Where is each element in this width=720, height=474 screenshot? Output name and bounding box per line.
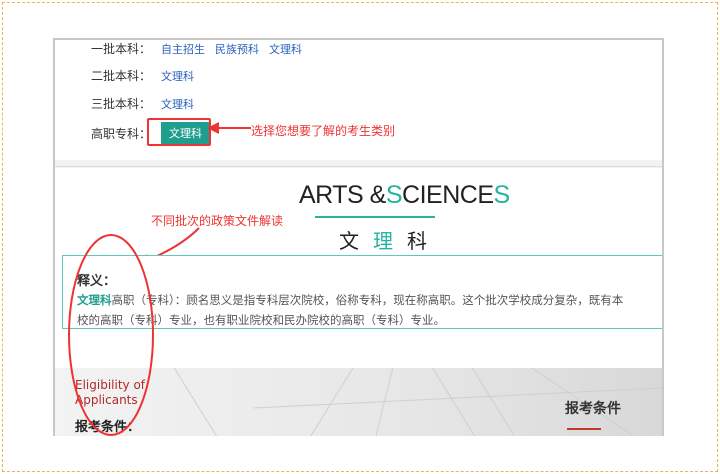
section-divider-line: [55, 166, 662, 167]
batch-row-first: 一批本科： 自主招生 民族预科 文理科: [91, 40, 302, 57]
annotation-choose-category: 选择您想要了解的考生类别: [251, 124, 396, 138]
logo-text-ciences: CIENCE: [402, 181, 494, 209]
batch-row-third: 三批本科： 文理科: [91, 95, 194, 112]
arts-sciences-logo: ARTS &SCIENCES: [299, 181, 510, 210]
red-circle-annotation: [68, 234, 154, 436]
link-independent-enrollment[interactable]: 自主招生: [161, 41, 205, 57]
batch-row-second: 二批本科： 文理科: [91, 67, 194, 84]
logo-letter-s2: S: [493, 181, 511, 209]
batch-label-vocational: 高职专科：: [91, 126, 152, 141]
logo-letter-s1: S: [385, 181, 403, 209]
link-first-wenlike[interactable]: 文理科: [269, 41, 302, 57]
batch-label-third: 三批本科：: [91, 97, 152, 111]
arrow-left-icon: [207, 122, 251, 134]
definition-text: 文理科高职（专科）：顾名思义是指专科层次院校，俗称专科，现在称高职。这个批次学校…: [77, 290, 662, 330]
batch-label-second: 二批本科：: [91, 69, 152, 83]
batch-label-first: 一批本科：: [91, 42, 152, 56]
logo-cn-ke: 科: [407, 229, 441, 253]
logo-underline: [315, 216, 435, 218]
definition-line-1: 高职（专科）：顾名思义是指专科层次院校，俗称专科，现在称高职。这个批次学校成分复…: [111, 293, 624, 307]
logo-cn-li: 理: [373, 229, 407, 253]
link-third-wenlike[interactable]: 文理科: [161, 96, 194, 112]
logo-chinese: 文理科: [339, 225, 441, 254]
highlight-box: [147, 118, 211, 146]
logo-text-arts: ARTS &: [299, 181, 386, 209]
requirements-heading: 报考条件: [565, 401, 621, 417]
browser-viewport: 一批本科： 自主招生 民族预科 文理科 二批本科： 文理科 三批本科： 文理科 …: [53, 38, 664, 436]
link-second-wenlike[interactable]: 文理科: [161, 68, 194, 84]
requirements-heading-underline: [567, 428, 601, 430]
link-ethnic-preparatory[interactable]: 民族预科: [215, 41, 259, 57]
logo-cn-wen: 文: [339, 229, 373, 253]
